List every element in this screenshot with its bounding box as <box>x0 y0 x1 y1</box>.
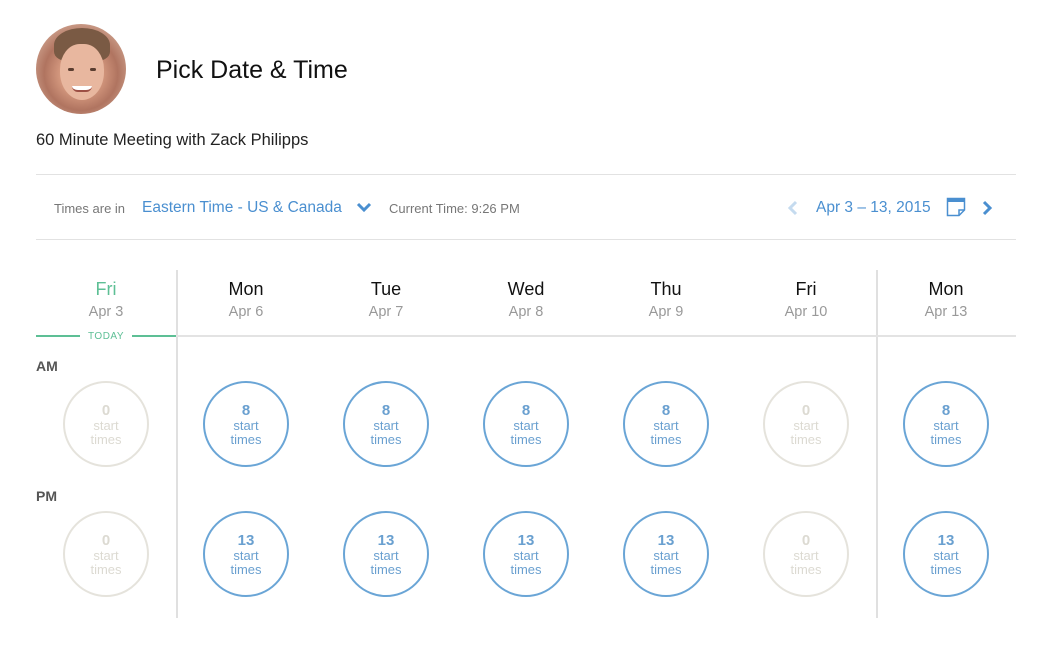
day-header: Tue Apr 7 <box>316 278 456 320</box>
slot-count: 8 <box>381 401 391 419</box>
slot-count: 13 <box>657 531 675 549</box>
timezone-select[interactable]: Eastern Time - US & Canada <box>142 199 342 217</box>
slot-pm[interactable]: 13 start times <box>343 511 429 597</box>
day-date: Apr 9 <box>648 304 684 320</box>
slot-label: times <box>90 431 122 447</box>
day-of-week: Wed <box>507 279 545 299</box>
slot-label: start <box>513 547 539 563</box>
slot-label: times <box>230 561 262 577</box>
slot-label: times <box>510 561 542 577</box>
slot-label: times <box>650 431 682 447</box>
slot-label: times <box>790 431 822 447</box>
chevron-down-icon[interactable] <box>355 200 373 214</box>
date-range: Apr 3 – 13, 2015 <box>816 199 931 216</box>
slot-am[interactable]: 8 start times <box>903 381 989 467</box>
slot-label: start <box>793 417 819 433</box>
day-header: Wed Apr 8 <box>456 278 596 320</box>
slot-label: start <box>513 417 539 433</box>
slot-label: start <box>653 417 679 433</box>
slot-label: times <box>790 561 822 577</box>
slot-label: start <box>233 547 259 563</box>
divider-toolbar <box>36 239 1016 240</box>
column-divider <box>176 270 178 618</box>
current-time: Current Time: 9:26 PM <box>389 201 520 216</box>
day-of-week: Thu <box>650 279 682 299</box>
slot-label: start <box>233 417 259 433</box>
slot-label: times <box>90 561 122 577</box>
slot-count: 13 <box>237 531 255 549</box>
day-of-week: Fri <box>795 279 817 299</box>
day-header: Fri Apr 10 <box>736 278 876 320</box>
slot-label: times <box>650 561 682 577</box>
slot-am[interactable]: 8 start times <box>623 381 709 467</box>
slot-pm[interactable]: 13 start times <box>623 511 709 597</box>
slot-label: start <box>373 417 399 433</box>
slot-count: 13 <box>377 531 395 549</box>
slot-count: 0 <box>101 401 111 419</box>
slot-label: times <box>510 431 542 447</box>
today-underline <box>132 335 176 337</box>
slot-label: start <box>373 547 399 563</box>
meeting-subtitle: 60 Minute Meeting with Zack Philipps <box>36 131 309 149</box>
slot-label: times <box>930 561 962 577</box>
slot-pm[interactable]: 13 start times <box>483 511 569 597</box>
slot-am[interactable]: 8 start times <box>343 381 429 467</box>
slot-am: 0 start times <box>763 381 849 467</box>
period-am-label: AM <box>36 358 58 374</box>
slot-pm: 0 start times <box>763 511 849 597</box>
period-pm-label: PM <box>36 488 57 504</box>
day-date: Apr 6 <box>228 304 264 320</box>
slot-label: start <box>793 547 819 563</box>
chevron-left-icon[interactable] <box>786 198 800 218</box>
chevron-right-icon[interactable] <box>980 198 994 218</box>
day-of-week: Mon <box>228 279 264 299</box>
divider-top <box>36 174 1016 175</box>
day-header: Mon Apr 13 <box>876 278 1016 320</box>
slot-pm[interactable]: 13 start times <box>203 511 289 597</box>
slot-label: times <box>930 431 962 447</box>
day-header: Fri Apr 3 <box>36 278 176 320</box>
day-header: Mon Apr 6 <box>176 278 316 320</box>
slot-am: 0 start times <box>63 381 149 467</box>
day-header: Thu Apr 9 <box>596 278 736 320</box>
day-date: Apr 7 <box>368 304 404 320</box>
slot-count: 0 <box>801 531 811 549</box>
day-date: Apr 8 <box>508 304 544 320</box>
today-underline <box>36 335 80 337</box>
slot-count: 0 <box>801 401 811 419</box>
slot-count: 13 <box>517 531 535 549</box>
day-date: Apr 13 <box>924 304 968 320</box>
slot-count: 13 <box>937 531 955 549</box>
slot-pm[interactable]: 13 start times <box>903 511 989 597</box>
slot-am[interactable]: 8 start times <box>483 381 569 467</box>
slot-label: start <box>653 547 679 563</box>
slot-count: 8 <box>241 401 251 419</box>
slot-count: 8 <box>661 401 671 419</box>
slot-count: 8 <box>521 401 531 419</box>
avatar <box>36 24 126 114</box>
slot-pm: 0 start times <box>63 511 149 597</box>
slot-label: start <box>93 547 119 563</box>
slot-count: 0 <box>101 531 111 549</box>
slot-label: times <box>370 431 402 447</box>
day-date: Apr 10 <box>784 304 828 320</box>
slot-label: times <box>230 431 262 447</box>
day-date: Apr 3 <box>88 304 124 320</box>
calendar-icon[interactable] <box>946 197 966 217</box>
day-of-week: Tue <box>370 279 402 299</box>
today-label: TODAY <box>87 331 125 342</box>
slot-label: start <box>933 547 959 563</box>
day-of-week: Mon <box>928 279 964 299</box>
header-divider <box>176 335 1016 337</box>
column-divider <box>876 270 878 618</box>
page-title: Pick Date & Time <box>156 56 348 84</box>
timezone-label: Times are in <box>54 201 126 216</box>
slot-am[interactable]: 8 start times <box>203 381 289 467</box>
slot-count: 8 <box>941 401 951 419</box>
slot-label: times <box>370 561 402 577</box>
day-of-week: Fri <box>95 279 117 299</box>
slot-label: start <box>933 417 959 433</box>
slot-label: start <box>93 417 119 433</box>
